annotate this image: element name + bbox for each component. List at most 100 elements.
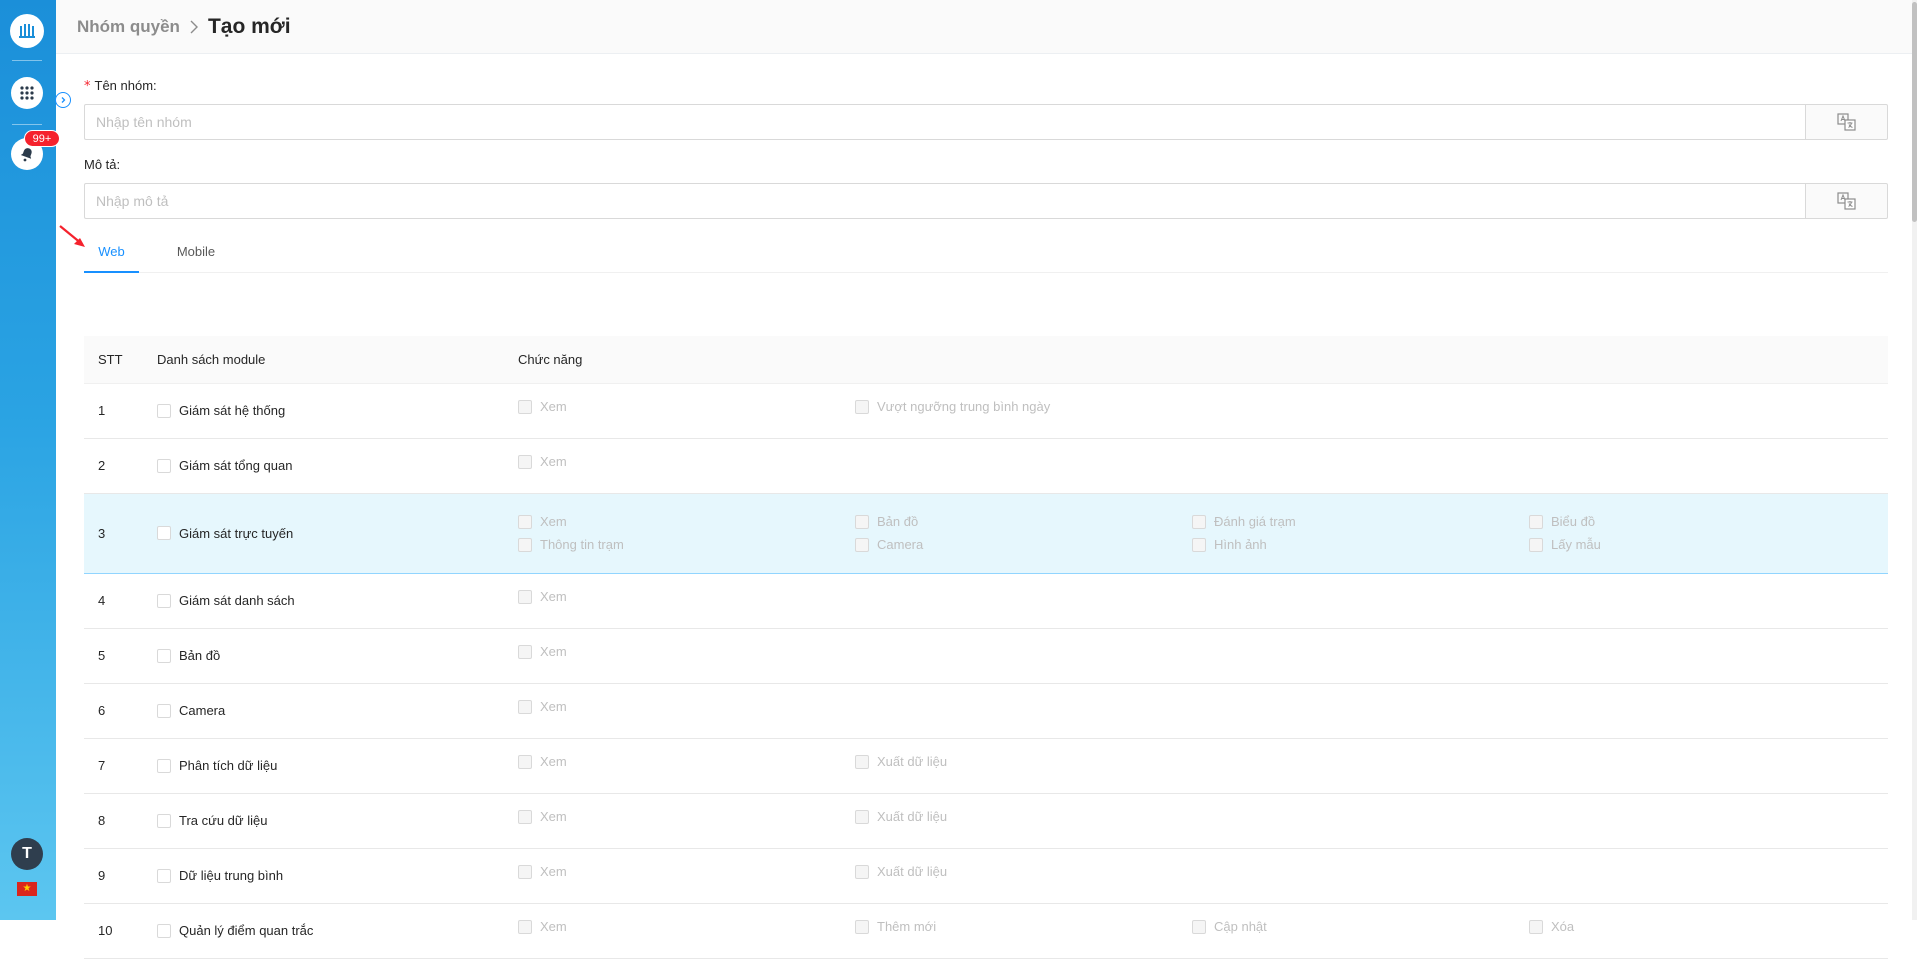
table-row: 4 Giám sát danh sách Xem	[84, 573, 1888, 629]
row-stt: 9	[84, 848, 157, 904]
function-cell: Xem Xuất dữ liệu	[518, 738, 1888, 794]
module-checkbox-label[interactable]: Bản đồ	[157, 648, 518, 663]
module-checkbox[interactable]	[157, 648, 171, 663]
module-cell: Giám sát hệ thống	[157, 383, 518, 439]
function-list: Xem	[518, 699, 1888, 714]
module-checkbox-label[interactable]: Giám sát trực tuyến	[157, 526, 518, 541]
translate-icon	[1836, 192, 1856, 210]
module-cell: Bản đồ	[157, 628, 518, 684]
function-checkbox-label: Hình ảnh	[1192, 537, 1529, 552]
module-cell: Giám sát tổng quan	[157, 438, 518, 494]
function-checkbox	[518, 454, 532, 469]
module-checkbox[interactable]	[157, 526, 171, 540]
platform-tabs: Web Mobile	[84, 230, 1888, 273]
module-checkbox-label[interactable]: Giám sát hệ thống	[157, 403, 518, 418]
description-input[interactable]	[84, 183, 1805, 219]
function-checkbox	[1192, 537, 1206, 552]
module-checkbox-label[interactable]: Giám sát danh sách	[157, 593, 518, 608]
row-stt: 4	[84, 573, 157, 629]
translate-icon	[1836, 113, 1856, 131]
apps-grid-icon[interactable]	[11, 77, 43, 109]
function-checkbox-label: Xóa	[1529, 919, 1866, 934]
function-checkbox-label: Xuất dữ liệu	[855, 754, 1192, 769]
function-checkbox-label: Xuất dữ liệu	[855, 864, 1192, 879]
module-cell: Quản lý điểm quan trắc	[157, 903, 518, 959]
module-checkbox-label[interactable]: Giám sát tổng quan	[157, 458, 518, 473]
table-row: 5 Bản đồ Xem	[84, 628, 1888, 684]
module-name: Giám sát trực tuyến	[179, 525, 294, 541]
tab-web[interactable]: Web	[84, 230, 139, 273]
function-checkbox	[1529, 537, 1543, 552]
function-checkbox	[1529, 919, 1543, 934]
function-name: Xem	[540, 864, 567, 879]
module-checkbox[interactable]	[157, 813, 171, 828]
function-name: Xem	[540, 809, 567, 824]
function-list: Xem Bản đồ Đánh giá trạm Biểu đồ Thông tin t…	[518, 514, 1888, 552]
language-flag-icon[interactable]: ★	[17, 882, 37, 896]
module-checkbox-label[interactable]: Tra cứu dữ liệu	[157, 813, 518, 828]
function-checkbox	[855, 514, 869, 529]
function-cell: Xem	[518, 628, 1888, 684]
function-list: Xem Thêm mới Cập nhật Xóa	[518, 919, 1888, 934]
function-checkbox-label: Xem	[518, 514, 855, 529]
function-checkbox	[518, 754, 532, 769]
function-list: Xem	[518, 454, 1888, 469]
function-list: Xem	[518, 589, 1888, 604]
function-checkbox	[855, 754, 869, 769]
function-name: Bản đồ	[877, 514, 919, 529]
module-checkbox-label[interactable]: Quản lý điểm quan trắc	[157, 923, 518, 938]
flag-star: ★	[22, 883, 32, 894]
function-name: Xem	[540, 644, 567, 659]
notification-count-badge: 99+	[24, 130, 60, 147]
translate-button[interactable]	[1805, 183, 1888, 219]
function-name: Xem	[540, 754, 567, 769]
function-cell: Xem Xuất dữ liệu	[518, 848, 1888, 904]
module-checkbox[interactable]	[157, 868, 171, 883]
breadcrumb-parent-link[interactable]: Nhóm quyền	[77, 17, 180, 37]
group-name-label-text: Tên nhóm	[94, 78, 154, 93]
function-checkbox	[518, 644, 532, 659]
user-avatar[interactable]: T	[11, 838, 43, 870]
module-cell: Dữ liệu trung bình	[157, 848, 518, 904]
function-checkbox	[855, 537, 869, 552]
translate-button[interactable]	[1805, 104, 1888, 140]
module-checkbox-label[interactable]: Phân tích dữ liệu	[157, 758, 518, 773]
annotation-arrow-icon	[59, 225, 85, 247]
module-name: Bản đồ	[179, 648, 221, 663]
function-checkbox-label: Xem	[518, 399, 855, 414]
function-name: Xem	[540, 514, 567, 529]
function-checkbox	[855, 864, 869, 879]
module-cell: Giám sát trực tuyến	[157, 492, 518, 574]
column-header-stt: STT	[84, 336, 157, 384]
module-checkbox[interactable]	[157, 403, 171, 418]
function-list: Xem Vượt ngưỡng trung bình ngày	[518, 399, 1888, 414]
sidebar-expand-button[interactable]	[55, 92, 71, 108]
tab-mobile[interactable]: Mobile	[166, 230, 226, 273]
table-row: 8 Tra cứu dữ liệu Xem Xuất dữ liệu	[84, 793, 1888, 849]
group-name-input[interactable]	[84, 104, 1805, 140]
chevron-right-icon	[189, 19, 199, 35]
permission-table: STT Danh sách module Chức năng 1 Giám sát…	[84, 336, 1888, 959]
module-checkbox[interactable]	[157, 923, 171, 938]
module-checkbox[interactable]	[157, 758, 171, 773]
table-header-row: STT Danh sách module Chức năng	[84, 336, 1888, 384]
module-name: Tra cứu dữ liệu	[179, 813, 268, 828]
module-checkbox[interactable]	[157, 703, 171, 718]
row-stt: 7	[84, 738, 157, 794]
function-checkbox	[518, 537, 532, 552]
function-name: Xuất dữ liệu	[877, 809, 948, 824]
module-checkbox[interactable]	[157, 458, 171, 473]
function-name: Xóa	[1551, 919, 1575, 934]
app-logo-icon[interactable]	[10, 14, 44, 48]
function-name: Xem	[540, 399, 567, 414]
table-body: 1 Giám sát hệ thống Xem Vượt ngưỡng trung b…	[84, 383, 1888, 959]
module-checkbox-label[interactable]: Dữ liệu trung bình	[157, 868, 518, 883]
scrollbar-thumb[interactable]	[1912, 2, 1917, 222]
module-checkbox[interactable]	[157, 593, 171, 608]
function-checkbox-label: Xuất dữ liệu	[855, 809, 1192, 824]
module-checkbox-label[interactable]: Camera	[157, 703, 518, 718]
row-stt: 8	[84, 793, 157, 849]
function-name: Cập nhật	[1214, 919, 1267, 934]
row-stt: 3	[84, 492, 157, 574]
module-name: Giám sát tổng quan	[179, 458, 293, 473]
